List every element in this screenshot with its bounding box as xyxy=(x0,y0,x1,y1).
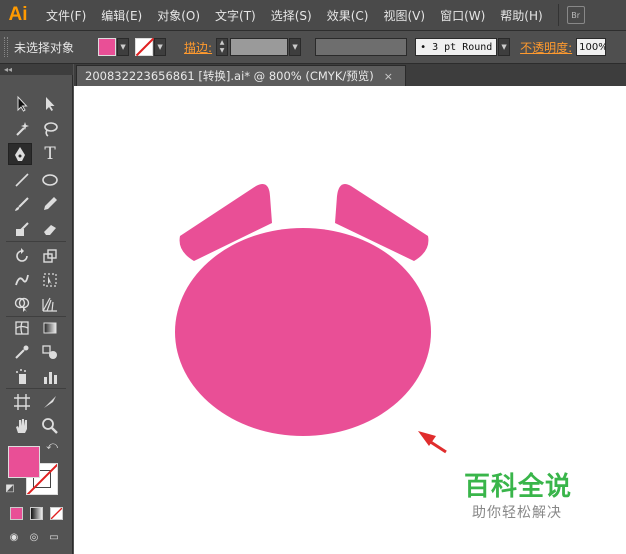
rotate-tool-icon[interactable] xyxy=(10,245,34,267)
stroke-weight-input[interactable] xyxy=(230,38,289,56)
stroke-dropdown-icon[interactable]: ▼ xyxy=(154,38,167,56)
color-mode-icon[interactable] xyxy=(10,507,23,520)
type-tool-icon[interactable]: T xyxy=(38,143,62,165)
fill-swatch[interactable] xyxy=(98,38,117,56)
pig-head-shape[interactable] xyxy=(175,228,431,436)
selection-status: 未选择对象 xyxy=(14,40,75,55)
fill-dropdown-icon[interactable]: ▼ xyxy=(117,38,130,56)
menu-view[interactable]: 视图(V) xyxy=(383,7,425,24)
hand-tool-icon[interactable] xyxy=(10,415,34,437)
menu-select[interactable]: 选择(S) xyxy=(271,7,312,24)
pencil-tool-icon[interactable] xyxy=(38,193,62,215)
direct-selection-tool-icon[interactable] xyxy=(38,93,62,115)
selection-tool-icon[interactable] xyxy=(10,93,34,115)
document-tab[interactable]: 200832223656861 [转换].ai* @ 800% (CMYK/预览… xyxy=(76,65,406,86)
stroke-swatch[interactable] xyxy=(135,38,154,56)
menu-object[interactable]: 对象(O) xyxy=(157,7,200,24)
toolbox-separator xyxy=(6,241,66,242)
eyedropper-tool-icon[interactable] xyxy=(10,341,34,363)
app-logo: Ai xyxy=(8,4,28,25)
menu-bar: Ai 文件(F) 编辑(E) 对象(O) 文字(T) 选择(S) 效果(C) 视… xyxy=(0,0,626,31)
opacity-label[interactable]: 不透明度: xyxy=(520,39,572,56)
menu-separator xyxy=(557,4,559,26)
ellipse-tool-icon[interactable] xyxy=(38,169,62,191)
opacity-input[interactable]: 100% xyxy=(576,38,607,56)
stroke-label[interactable]: 描边: xyxy=(184,39,212,56)
stroke-stepper[interactable]: ▲ ▼ xyxy=(216,38,229,56)
menu-help[interactable]: 帮助(H) xyxy=(500,7,542,24)
magic-wand-tool-icon[interactable] xyxy=(10,118,34,140)
swap-fill-stroke-icon[interactable]: ⤺ xyxy=(44,439,60,453)
brush-dropdown-icon[interactable]: ▼ xyxy=(498,38,511,56)
artboard-tool-icon[interactable] xyxy=(10,391,34,413)
variable-width-select[interactable] xyxy=(315,38,408,56)
document-tab-bar: 200832223656861 [转换].ai* @ 800% (CMYK/预览… xyxy=(74,64,626,86)
column-graph-tool-icon[interactable] xyxy=(38,366,62,388)
blend-tool-icon[interactable] xyxy=(38,341,62,363)
symbol-sprayer-tool-icon[interactable] xyxy=(10,366,34,388)
brush-definition-select[interactable]: • 3 pt Round xyxy=(415,38,498,56)
stroke-weight-dropdown-icon[interactable]: ▼ xyxy=(289,38,302,56)
menu-effect[interactable]: 效果(C) xyxy=(327,7,369,24)
menu-edit[interactable]: 编辑(E) xyxy=(101,7,142,24)
red-arrow-icon xyxy=(418,431,447,454)
free-transform-tool-icon[interactable] xyxy=(38,269,62,291)
control-bar-grip[interactable] xyxy=(4,37,8,57)
menu-items: 文件(F) 编辑(E) 对象(O) 文字(T) 选择(S) 效果(C) 视图(V… xyxy=(46,0,585,31)
draw-normal-icon[interactable]: ◉ xyxy=(6,529,22,545)
gradient-tool-icon[interactable] xyxy=(38,317,62,339)
toolbox-separator xyxy=(6,388,66,389)
close-icon[interactable]: × xyxy=(384,70,393,83)
zoom-tool-icon[interactable] xyxy=(38,415,62,437)
scale-tool-icon[interactable] xyxy=(38,245,62,267)
control-bar: 未选择对象 ▼ ▼ 描边: ▲ ▼ ▼ • 3 pt Round ▼ 不透明度: … xyxy=(0,31,626,64)
menu-file[interactable]: 文件(F) xyxy=(46,7,86,24)
screen-mode-icon[interactable]: ▭ xyxy=(46,529,62,545)
pen-tool-icon[interactable] xyxy=(8,143,32,165)
lasso-tool-icon[interactable] xyxy=(38,118,62,140)
menu-window[interactable]: 窗口(W) xyxy=(440,7,485,24)
bridge-button[interactable]: Br xyxy=(566,6,585,24)
none-mode-icon[interactable] xyxy=(50,507,63,520)
warp-tool-icon[interactable] xyxy=(10,269,34,291)
default-fill-stroke-icon[interactable]: ◩ xyxy=(3,481,17,495)
blob-brush-tool-icon[interactable] xyxy=(10,218,34,240)
gradient-mode-icon[interactable] xyxy=(30,507,43,520)
eraser-tool-icon[interactable] xyxy=(38,218,62,240)
toolbox: T ⤺ ◩ ◉ ◎ ▭ xyxy=(0,75,73,554)
fill-color-box[interactable] xyxy=(8,446,40,478)
slice-tool-icon[interactable] xyxy=(38,391,62,413)
watermark-title: 百科全说 xyxy=(464,472,573,502)
mesh-tool-icon[interactable] xyxy=(10,317,34,339)
perspective-grid-tool-icon[interactable] xyxy=(38,293,62,315)
toolbox-header[interactable]: ◂◂ xyxy=(0,64,73,75)
watermark-subtitle: 助你轻松解决 xyxy=(472,505,562,521)
draw-behind-icon[interactable]: ◎ xyxy=(26,529,42,545)
line-segment-tool-icon[interactable] xyxy=(10,169,34,191)
document-tab-title: 200832223656861 [转换].ai* @ 800% (CMYK/预览… xyxy=(85,69,374,83)
paintbrush-tool-icon[interactable] xyxy=(10,193,34,215)
menu-type[interactable]: 文字(T) xyxy=(215,7,256,24)
shape-builder-tool-icon[interactable] xyxy=(10,293,34,315)
